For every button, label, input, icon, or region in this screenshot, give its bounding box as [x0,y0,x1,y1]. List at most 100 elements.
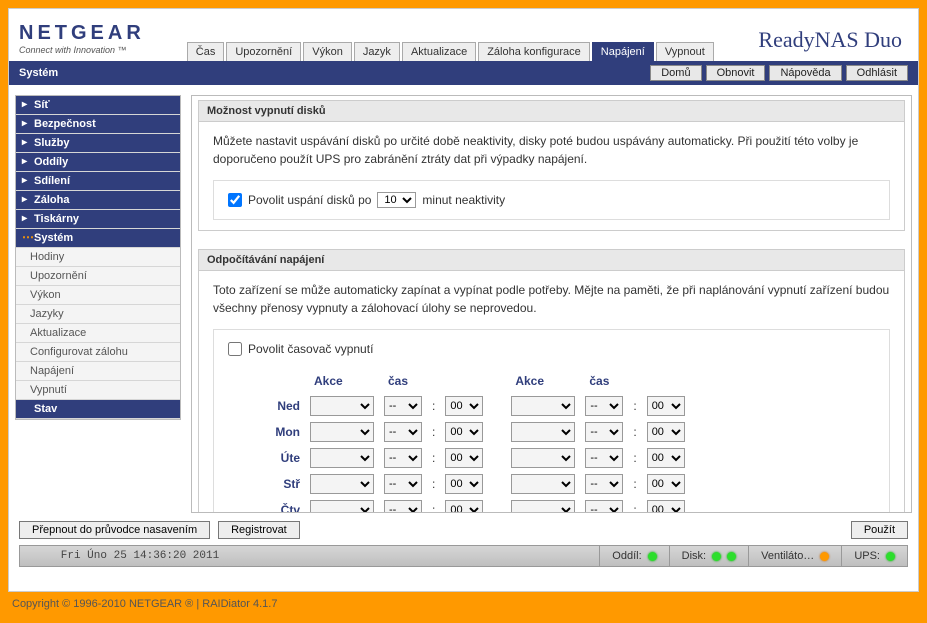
schedule-select[interactable]: 00 [647,422,685,442]
col-time2: čas [581,370,688,392]
schedule-select[interactable]: -- [585,500,623,512]
section-title: Systém [19,67,58,79]
day-label: Ned [254,394,304,418]
schedule-select[interactable]: 00 [445,396,483,416]
tab-napájení[interactable]: Napájení [592,42,654,61]
day-label: Mon [254,420,304,444]
main-content: Možnost vypnutí disků Můžete nastavit us… [191,95,912,513]
schedule-select[interactable]: -- [585,448,623,468]
tab-jazyk[interactable]: Jazyk [354,42,400,61]
led-icon [886,552,895,561]
panel-disk-desc: Můžete nastavit uspávání disků po určité… [213,132,890,168]
day-label: Čtv [254,498,304,512]
sidebar-sub-aktualizace[interactable]: Aktualizace [16,324,180,343]
schedule-select[interactable] [511,422,575,442]
led-icon [820,552,829,561]
schedule-select[interactable] [310,474,374,494]
sidebar-sub-výkon[interactable]: Výkon [16,286,180,305]
schedule-select[interactable]: -- [384,474,422,494]
tab-upozornění[interactable]: Upozornění [226,42,301,61]
schedule-select[interactable] [511,448,575,468]
copyright: Copyright © 1996-2010 NETGEAR ® | RAIDia… [8,592,919,610]
sidebar-head-systém[interactable]: Systém [16,229,180,248]
led-icon [712,552,721,561]
disk-sleep-checkbox[interactable] [228,193,242,207]
disk-sleep-option[interactable]: Povolit uspání disků po 10 minut neaktiv… [228,191,875,209]
product-name: ReadyNAS Duo [758,27,902,53]
schedule-select[interactable]: -- [585,422,623,442]
tab-výkon[interactable]: Výkon [303,42,352,61]
tab-záloha konfigurace[interactable]: Záloha konfigurace [478,42,590,61]
help-button[interactable]: Nápověda [769,65,841,81]
sidebar-head-sdílení[interactable]: Sdílení [16,172,180,191]
panel-disk-title: Možnost vypnutí disků [199,101,904,122]
schedule-select[interactable]: 00 [647,500,685,512]
schedule-select[interactable]: 00 [647,448,685,468]
schedule-select[interactable] [310,448,374,468]
sidebar-sub-napájení[interactable]: Napájení [16,362,180,381]
schedule-select[interactable]: 00 [647,396,685,416]
panel-power-title: Odpočítávání napájení [199,250,904,271]
schedule-select[interactable] [511,474,575,494]
panel-disk-spindown: Možnost vypnutí disků Můžete nastavit us… [198,100,905,231]
sidebar-sub-hodiny[interactable]: Hodiny [16,248,180,267]
sidebar-head-oddíly[interactable]: Oddíly [16,153,180,172]
main-scroll[interactable]: Možnost vypnutí disků Můžete nastavit us… [192,96,911,512]
tab-čas[interactable]: Čas [187,42,225,61]
power-timer-option[interactable]: Povolit časovač vypnutí [228,340,875,358]
day-label: Úte [254,446,304,470]
sidebar-head-síť[interactable]: Síť [16,96,180,115]
power-timer-checkbox[interactable] [228,342,242,356]
schedule-select[interactable]: 00 [445,500,483,512]
logout-button[interactable]: Odhlásit [846,65,908,81]
status-bar: Fri Úno 25 14:36:20 2011 Oddíl: Disk: Ve… [19,545,908,567]
power-timer-label: Povolit časovač vypnutí [248,340,373,358]
schedule-select[interactable]: -- [585,396,623,416]
schedule-select[interactable]: -- [384,448,422,468]
sidebar-sub-upozornění[interactable]: Upozornění [16,267,180,286]
status-fan: Ventiláto… [748,546,841,566]
schedule-select[interactable]: -- [585,474,623,494]
schedule-select[interactable]: 00 [445,422,483,442]
sidebar-head-služby[interactable]: Služby [16,134,180,153]
sidebar-head-bezpečnost[interactable]: Bezpečnost [16,115,180,134]
register-button[interactable]: Registrovat [218,521,300,539]
sidebar-sub-configurovat zálohu[interactable]: Configurovat zálohu [16,343,180,362]
apply-button[interactable]: Použít [851,521,908,539]
disk-sleep-label-post: minut neaktivity [422,191,505,209]
day-label: Stř [254,472,304,496]
schedule-select[interactable]: -- [384,396,422,416]
sidebar-head-tiskárny[interactable]: Tiskárny [16,210,180,229]
tab-vypnout[interactable]: Vypnout [656,42,714,61]
schedule-select[interactable] [310,500,374,512]
schedule-select[interactable] [310,396,374,416]
schedule-select[interactable] [511,396,575,416]
sidebar-sub-jazyky[interactable]: Jazyky [16,305,180,324]
sidebar-head-záloha[interactable]: Záloha [16,191,180,210]
tab-aktualizace[interactable]: Aktualizace [402,42,476,61]
status-ups: UPS: [841,546,907,566]
schedule-select[interactable]: -- [384,500,422,512]
top-tabs: ČasUpozorněníVýkonJazykAktualizaceZáloha… [187,42,714,61]
sidebar-sub-vypnutí[interactable]: Vypnutí [16,381,180,400]
schedule-select[interactable]: -- [384,422,422,442]
schedule-select[interactable]: 00 [445,474,483,494]
led-icon [727,552,736,561]
col-time: čas [380,370,487,392]
status-partition: Oddíl: [599,546,668,566]
panel-power-desc: Toto zařízení se může automaticky zapína… [213,281,890,317]
status-disk: Disk: [669,546,748,566]
sidebar-sub-stav[interactable]: Stav [16,400,180,419]
refresh-button[interactable]: Obnovit [706,65,766,81]
schedule-select[interactable] [511,500,575,512]
disk-sleep-label-pre: Povolit uspání disků po [248,191,371,209]
disk-sleep-minutes-select[interactable]: 10 [377,192,416,208]
brand-tagline: Connect with Innovation ™ [19,45,145,55]
schedule-select[interactable]: 00 [647,474,685,494]
wizard-button[interactable]: Přepnout do průvodce nasavením [19,521,210,539]
panel-power-timer: Odpočítávání napájení Toto zařízení se m… [198,249,905,512]
home-button[interactable]: Domů [650,65,701,81]
schedule-table: AkcečasAkcečasNed--:00--:00Mon--:00--:00… [252,368,691,512]
schedule-select[interactable]: 00 [445,448,483,468]
schedule-select[interactable] [310,422,374,442]
